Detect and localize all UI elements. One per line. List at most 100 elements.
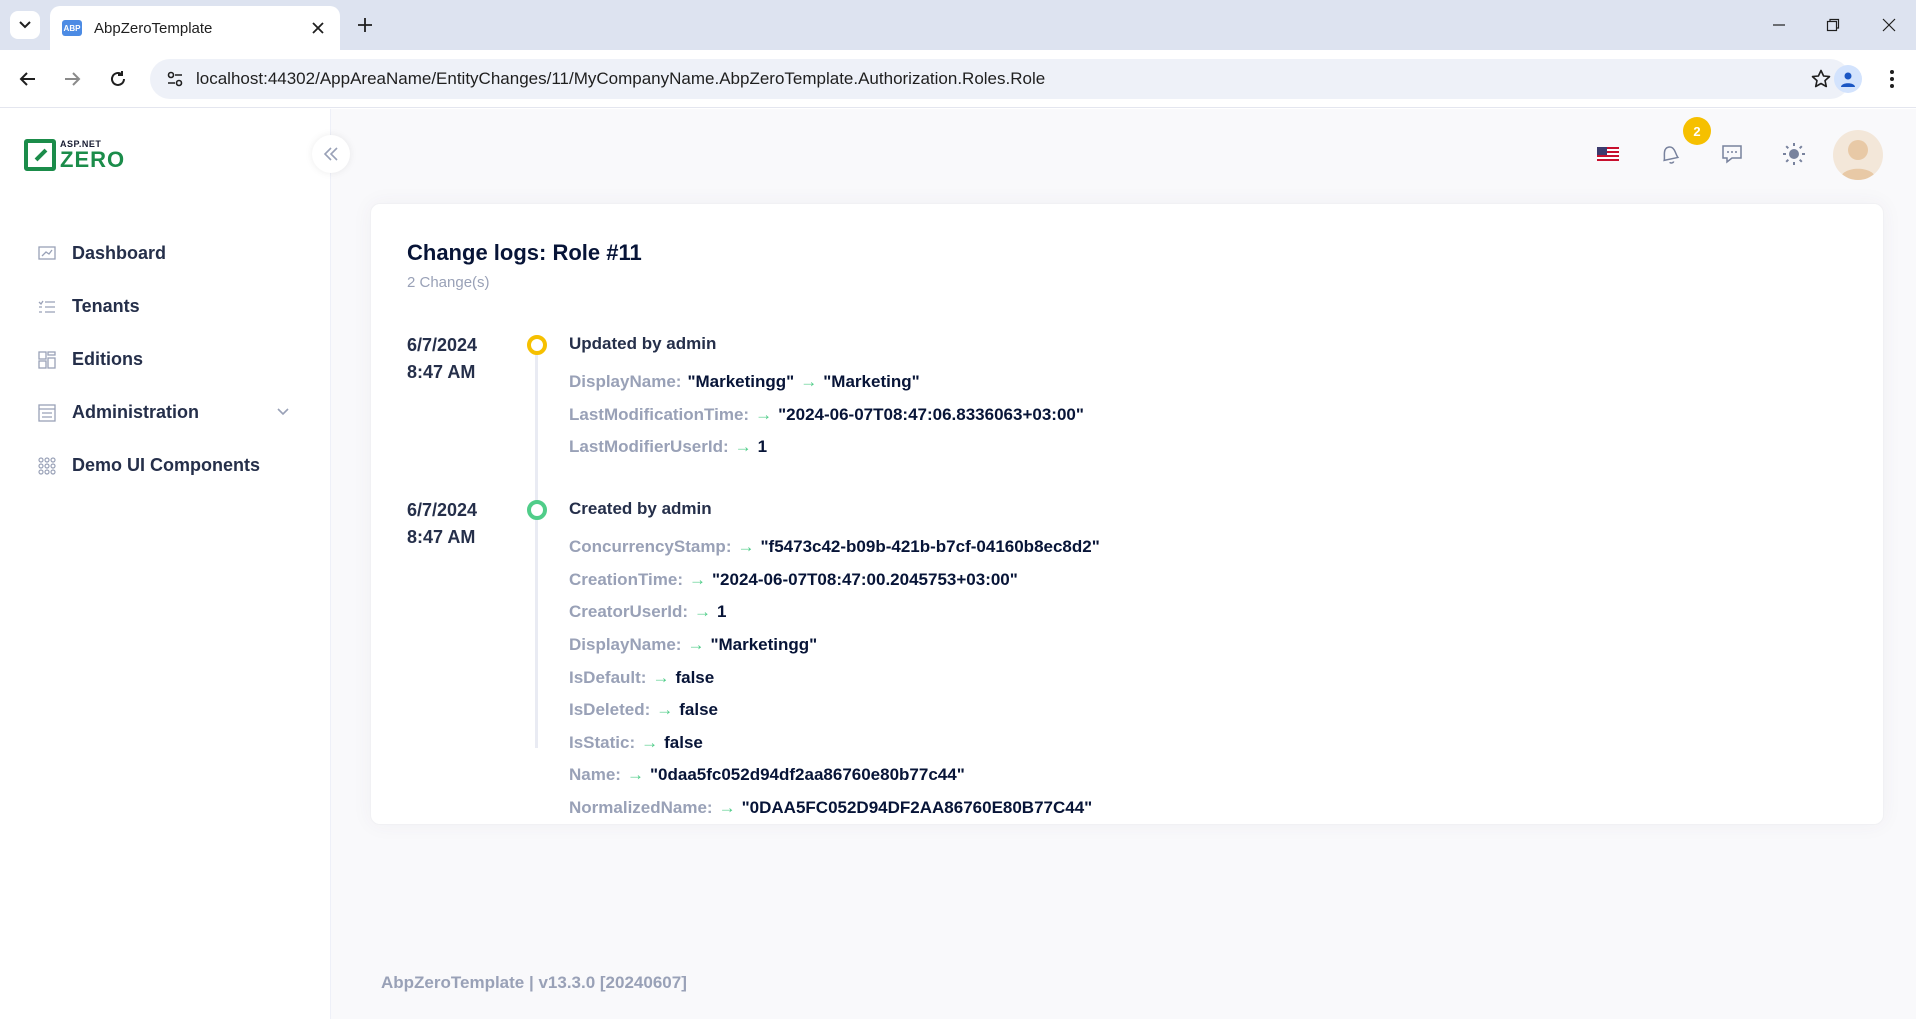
timeline-dot-icon: [527, 500, 547, 520]
property-name: NormalizedName:: [569, 798, 713, 818]
arrow-right-icon: →: [626, 765, 644, 785]
grid-icon: [38, 350, 56, 369]
property-name: LastModificationTime:: [569, 404, 750, 424]
user-avatar[interactable]: [1833, 130, 1883, 180]
footer-version: AbpZeroTemplate | v13.3.0 [20240607]: [381, 973, 687, 992]
entry-title: Created by admin: [569, 499, 712, 518]
double-chevron-left-icon: [323, 147, 338, 161]
arrow-right-icon: →: [641, 732, 659, 752]
change-logs-card: Change logs: Role #11 2 Change(s) 6/7/20…: [370, 203, 1884, 825]
reload-button[interactable]: [104, 65, 132, 93]
chevron-down-icon: [19, 21, 31, 29]
admin-icon: [38, 403, 56, 422]
tab-title: AbpZeroTemplate: [94, 19, 213, 37]
bookmark-button[interactable]: [1806, 64, 1836, 94]
change-row: NormalizedName: → "0DAA5FC052D94DF2AA867…: [569, 792, 1100, 825]
property-name: LastModifierUserId:: [569, 437, 729, 457]
property-name: CreatorUserId:: [569, 602, 689, 622]
minimize-icon: [1773, 24, 1785, 26]
sidebar-item-demo-ui-components[interactable]: Demo UI Components: [0, 439, 331, 492]
change-row: LastModifierUserId: → 1: [569, 431, 1084, 464]
arrow-right-icon: →: [694, 602, 712, 622]
sidebar: ASP.NET ZERO Dashboard Tenants Editions: [0, 109, 350, 1019]
plus-icon: [358, 18, 372, 32]
change-row: DisplayName: "Marketingg" → "Marketing": [569, 366, 1084, 399]
close-icon: [312, 22, 324, 34]
sidebar-item-tenants[interactable]: Tenants: [0, 280, 331, 333]
avatar-icon: [1840, 140, 1876, 180]
new-value: 1: [717, 602, 727, 622]
window-close-button[interactable]: [1876, 12, 1902, 38]
forward-button[interactable]: [58, 65, 86, 93]
property-name: CreationTime:: [569, 569, 683, 589]
minimize-button[interactable]: [1766, 12, 1792, 38]
property-name: IsStatic:: [569, 732, 636, 752]
change-row: CreatorUserId: → 1: [569, 596, 1100, 629]
notifications-button[interactable]: [1651, 135, 1689, 173]
star-icon: [1811, 69, 1831, 88]
language-selector[interactable]: [1589, 135, 1627, 173]
browser-tab[interactable]: ABP AbpZeroTemplate: [50, 6, 340, 50]
sidebar-item-label: Administration: [72, 402, 200, 422]
tab-close-button[interactable]: [308, 18, 328, 38]
theme-toggle-button[interactable]: [1775, 135, 1813, 173]
change-row: IsStatic: → false: [569, 727, 1100, 760]
change-row: Name: → "0daa5fc052d94df2aa86760e80b77c4…: [569, 759, 1100, 792]
more-vertical-icon: [1890, 70, 1894, 88]
list-icon: [38, 298, 56, 316]
sidebar-item-administration[interactable]: Administration: [0, 386, 331, 439]
restore-button[interactable]: [1820, 12, 1846, 38]
change-row: CreationTime: → "2024-06-07T08:47:00.204…: [569, 564, 1100, 597]
reload-icon: [111, 71, 125, 86]
property-name: DisplayName:: [569, 372, 682, 392]
site-info-button[interactable]: [158, 64, 192, 94]
change-list: DisplayName: "Marketingg" → "Marketing" …: [569, 366, 1084, 464]
address-bar[interactable]: localhost:44302/AppAreaName/EntityChange…: [150, 59, 1850, 99]
notification-count-badge: 2: [1683, 117, 1711, 145]
dashboard-icon: [38, 245, 56, 263]
browser-menu-button[interactable]: [1880, 65, 1904, 93]
arrow-right-icon: →: [689, 569, 706, 589]
tab-search-button[interactable]: [10, 11, 40, 39]
property-name: DisplayName:: [569, 635, 682, 655]
favicon-icon: ABP: [62, 20, 82, 36]
sidebar-item-label: Tenants: [72, 296, 140, 316]
sidebar-menu: Dashboard Tenants Editions Administratio…: [0, 227, 331, 492]
browser-toolbar: localhost:44302/AppAreaName/EntityChange…: [0, 50, 1916, 108]
new-value: "0DAA5FC052D94DF2AA86760E80B77C44": [741, 798, 1093, 818]
change-list: ConcurrencyStamp: → "f5473c42-b09b-421b-…: [569, 531, 1100, 824]
sidebar-collapse-button[interactable]: [312, 135, 350, 173]
back-button[interactable]: [14, 65, 42, 93]
dots-grid-icon: [38, 456, 56, 475]
timeline-line: [535, 338, 538, 748]
logo-mark-icon: [24, 139, 56, 171]
logo-big-text: ZERO: [60, 146, 126, 172]
entry-title: Updated by admin: [569, 334, 717, 353]
new-value: false: [664, 732, 703, 752]
new-value: false: [679, 700, 718, 720]
new-tab-button[interactable]: [352, 12, 378, 38]
arrow-right-icon: →: [755, 404, 773, 424]
property-name: Name:: [569, 765, 621, 785]
arrow-right-icon: →: [687, 635, 705, 655]
main-content: 2 Change logs: Role #11 2 Change(s) 6/7/…: [331, 109, 1916, 1019]
new-value: "0daa5fc052d94df2aa86760e80b77c44": [649, 765, 965, 785]
change-row: LastModificationTime: → "2024-06-07T08:4…: [569, 399, 1084, 432]
old-value: "Marketingg": [687, 372, 795, 392]
app-logo[interactable]: ASP.NET ZERO: [24, 139, 125, 171]
url-text[interactable]: localhost:44302/AppAreaName/EntityChange…: [196, 69, 1806, 89]
person-icon: [1841, 72, 1855, 87]
new-value: "2024-06-07T08:47:00.2045753+03:00": [712, 569, 1018, 589]
arrow-right-icon: →: [737, 537, 755, 557]
sidebar-item-editions[interactable]: Editions: [0, 333, 331, 386]
chat-button[interactable]: [1713, 135, 1751, 173]
entry-time: 8:47 AM: [407, 527, 476, 547]
top-header: 2: [331, 109, 1916, 199]
sun-icon: [1783, 143, 1805, 165]
entry-date: 6/7/2024: [407, 500, 478, 520]
arrow-right-icon: [65, 72, 81, 86]
browser-profile-button[interactable]: [1834, 65, 1862, 93]
change-row: IsDeleted: → false: [569, 694, 1100, 727]
new-value: "2024-06-07T08:47:06.8336063+03:00": [778, 404, 1084, 424]
sidebar-item-dashboard[interactable]: Dashboard: [0, 227, 331, 280]
